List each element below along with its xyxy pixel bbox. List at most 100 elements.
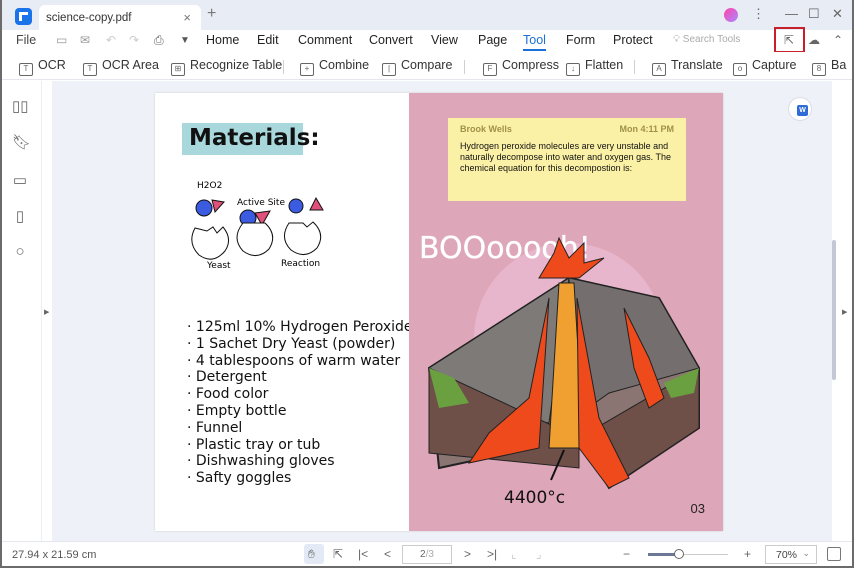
left-sidebar: ▯▯ 🔖︎ ▭ ▯ ○ <box>2 81 42 541</box>
temperature-label: 4400°c <box>504 488 565 508</box>
rotate-left-icon[interactable]: ⌞ <box>511 547 517 561</box>
attachment-icon[interactable]: ▯ <box>12 207 28 225</box>
undo-icon[interactable]: ↶ <box>106 33 116 47</box>
capture-button[interactable]: o Capture <box>733 58 796 76</box>
chevron-down-icon: ⌄ <box>802 548 810 558</box>
menu-protect[interactable]: Protect <box>613 33 653 47</box>
close-window-button[interactable]: ✕ <box>832 6 843 22</box>
note-author: Brook Wells <box>460 124 512 134</box>
save-icon[interactable]: ▭ <box>56 33 67 47</box>
page-number-input[interactable]: 2/3 <box>402 545 452 564</box>
status-bar: 27.94 x 21.59 cm ✋︎ ⇱ |< < 2/3 > >| ⌞ ⌟ … <box>2 541 852 566</box>
minimize-button[interactable]: — <box>785 6 798 21</box>
list-item: Food color <box>187 386 413 403</box>
list-item: Empty bottle <box>187 403 413 420</box>
sticky-note-comment[interactable]: Brook Wells Mon 4:11 PM Hydrogen peroxide… <box>448 118 686 201</box>
ocr-button[interactable]: T OCR <box>19 58 66 76</box>
list-item: 125ml 10% Hydrogen Peroxide <box>187 319 413 336</box>
new-tab-button[interactable]: + <box>207 5 216 23</box>
more-options-icon[interactable]: ⋮ <box>752 6 765 22</box>
document-tab[interactable]: science-copy.pdf × <box>39 5 201 30</box>
combine-button[interactable]: + Combine <box>300 58 369 76</box>
mail-icon[interactable]: ✉ <box>80 33 90 47</box>
zoom-level-select[interactable]: 70% ⌄ <box>765 545 817 564</box>
app-logo-icon <box>15 8 32 25</box>
toolbar-divider <box>634 60 635 74</box>
convert-to-word-button[interactable]: W <box>788 97 812 121</box>
menu-home[interactable]: Home <box>206 33 239 47</box>
compress-button[interactable]: F Compress <box>483 58 559 76</box>
translate-icon: A <box>652 63 666 76</box>
table-icon: ⊞ <box>171 63 185 76</box>
select-tool-icon[interactable]: ⇱ <box>333 547 343 561</box>
expand-left-panel-icon[interactable]: ▶ <box>44 308 49 316</box>
compare-button[interactable]: | Compare <box>382 58 452 76</box>
flatten-button[interactable]: ↓ Flatten <box>566 58 623 76</box>
search-icon[interactable]: ○ <box>12 243 28 260</box>
translate-button[interactable]: A Translate <box>652 58 723 76</box>
menu-convert[interactable]: Convert <box>369 33 413 47</box>
compress-icon: F <box>483 63 497 76</box>
user-avatar[interactable] <box>724 8 738 22</box>
recognize-table-button[interactable]: ⊞ Recognize Table <box>171 58 282 76</box>
lightbulb-icon: 💡︎ <box>673 34 683 45</box>
next-page-icon[interactable]: > <box>464 547 471 561</box>
cloud-upload-icon[interactable]: ☁ <box>808 33 820 47</box>
ocr-area-label: OCR Area <box>102 58 159 72</box>
flatten-icon: ↓ <box>566 63 580 76</box>
batch-label: Ba <box>831 58 847 72</box>
list-item: Funnel <box>187 420 413 437</box>
capture-icon: o <box>733 63 747 76</box>
list-item: Dishwashing gloves <box>187 453 413 470</box>
ocr-icon: T <box>19 63 33 76</box>
previous-page-icon[interactable]: < <box>384 547 391 561</box>
active-site-label: Active Site <box>237 198 285 208</box>
zoom-out-button[interactable]: − <box>623 547 630 561</box>
translate-label: Translate <box>671 58 723 72</box>
first-page-icon[interactable]: |< <box>358 547 368 561</box>
batch-button[interactable]: 8 Ba <box>812 58 846 76</box>
redo-icon[interactable]: ↷ <box>129 33 139 47</box>
thumbnails-icon[interactable]: ▯▯ <box>12 97 29 115</box>
h2o2-label: H2O2 <box>197 181 222 191</box>
page-dimensions: 27.94 x 21.59 cm <box>12 549 97 561</box>
search-tools-input[interactable]: 💡︎ Search Tools <box>673 34 740 45</box>
file-menu[interactable]: File <box>16 33 36 47</box>
menu-form[interactable]: Form <box>566 33 595 47</box>
menu-edit[interactable]: Edit <box>257 33 279 47</box>
zoom-slider-handle[interactable] <box>674 549 684 559</box>
close-tab-icon[interactable]: × <box>183 10 191 25</box>
fit-page-button[interactable] <box>827 547 841 561</box>
last-page-icon[interactable]: >| <box>487 547 497 561</box>
toolbar-divider <box>283 60 284 74</box>
tab-title: science-copy.pdf <box>46 12 132 24</box>
zoom-in-button[interactable]: + <box>744 547 751 561</box>
rotate-right-icon[interactable]: ⌟ <box>536 547 542 561</box>
pdf-page: Materials: H2O2 Active Site Yeast Reacti… <box>155 93 723 531</box>
menu-page[interactable]: Page <box>478 33 507 47</box>
expand-right-panel-icon[interactable]: ▶ <box>842 308 847 316</box>
compare-icon: | <box>382 63 396 76</box>
list-item: Safty goggles <box>187 470 413 487</box>
comment-icon[interactable]: ▭ <box>12 171 28 189</box>
print-icon[interactable]: ⎙ <box>154 33 164 48</box>
ocr-area-button[interactable]: T OCR Area <box>83 58 159 76</box>
capture-label: Capture <box>752 58 797 72</box>
menu-bar: File ▭ ✉ ↶ ↷ ⎙ ▼ Home Edit Comment Conve… <box>2 30 852 52</box>
collapse-ribbon-icon[interactable]: ⌃ <box>833 33 843 47</box>
bookmark-icon[interactable]: 🔖︎ <box>12 133 31 151</box>
list-item: Detergent <box>187 369 413 386</box>
maximize-button[interactable]: ☐ <box>808 6 820 22</box>
app-window: science-copy.pdf × + ⋮ — ☐ ✕ File ▭ ✉ ↶ … <box>2 0 852 566</box>
menu-comment[interactable]: Comment <box>298 33 352 47</box>
vertical-scrollbar[interactable] <box>832 240 836 380</box>
list-item: Plastic tray or tub <box>187 437 413 454</box>
zoom-slider-fill <box>648 553 676 556</box>
quick-access-dropdown-icon[interactable]: ▼ <box>180 35 190 46</box>
highlight-box <box>774 27 805 53</box>
tool-ribbon: T OCR T OCR Area ⊞ Recognize Table + Combine… <box>2 52 852 80</box>
menu-tool[interactable]: Tool <box>523 33 546 51</box>
volcano-panel: Brook Wells Mon 4:11 PM Hydrogen peroxide… <box>409 93 723 531</box>
menu-view[interactable]: View <box>431 33 458 47</box>
zoom-slider[interactable] <box>648 549 728 559</box>
